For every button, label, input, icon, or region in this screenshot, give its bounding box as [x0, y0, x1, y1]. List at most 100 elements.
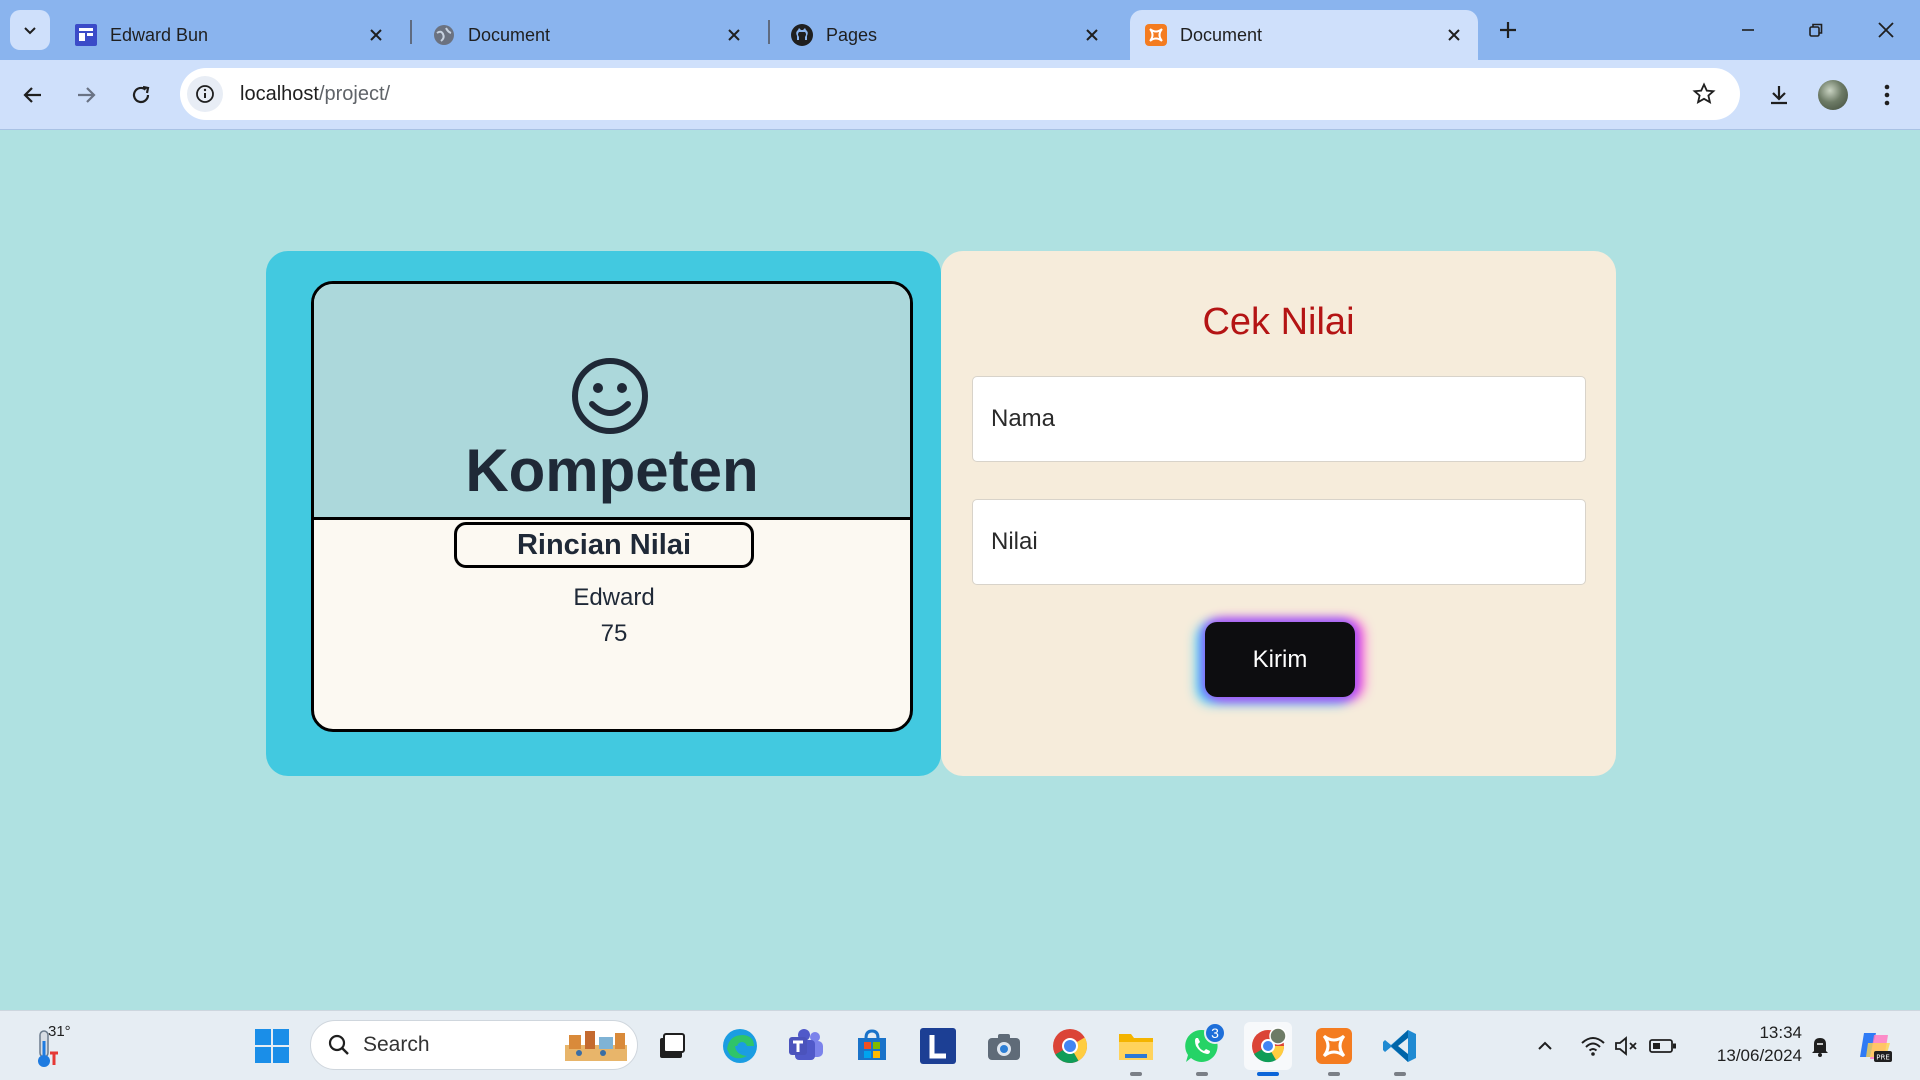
- name-input[interactable]: [972, 376, 1586, 462]
- teams-icon: [789, 1029, 823, 1060]
- clock-date: 13/06/2024: [1716, 1046, 1802, 1065]
- new-tab-button[interactable]: [1492, 14, 1524, 46]
- chrome-profile-icon: [1252, 1027, 1287, 1063]
- close-icon[interactable]: [1440, 21, 1468, 49]
- tab-title: Pages: [826, 24, 878, 45]
- downloads-button[interactable]: [1758, 74, 1800, 116]
- l-app-icon: [920, 1028, 956, 1064]
- detail-heading: Rincian Nilai: [454, 522, 754, 568]
- tab-edward-bun[interactable]: Edward Bun: [60, 10, 400, 60]
- back-button[interactable]: [12, 74, 54, 116]
- search-label: Search: [363, 1033, 430, 1056]
- score-input[interactable]: [972, 499, 1586, 585]
- task-view-button[interactable]: [648, 1022, 696, 1070]
- arrow-left-icon: [23, 87, 41, 103]
- reload-button[interactable]: [120, 74, 162, 116]
- wifi-status[interactable]: [1578, 1031, 1608, 1061]
- tab-document-1[interactable]: Document: [418, 10, 758, 60]
- tab-document-active[interactable]: Document: [1130, 10, 1478, 60]
- form-title: Cek Nilai: [1202, 301, 1355, 343]
- vscode-icon: [1383, 1030, 1416, 1062]
- browser-tab-strip: Edward Bun Document Pages Document: [0, 0, 1920, 60]
- student-score: 75: [600, 620, 628, 647]
- svg-text:PRE: PRE: [1876, 1054, 1890, 1062]
- restore-icon: [1809, 23, 1823, 37]
- arrow-right-icon: [78, 87, 96, 103]
- tab-title: Document: [468, 24, 551, 45]
- browser-toolbar: localhost/project/: [0, 60, 1920, 130]
- close-icon: [1878, 22, 1894, 38]
- result-panel: Kompeten Rincian Nilai Edward 75: [266, 251, 941, 776]
- taskbar-camera[interactable]: [980, 1022, 1028, 1070]
- close-icon[interactable]: [362, 21, 390, 49]
- xampp-icon: [1316, 1028, 1352, 1064]
- result-header: Kompeten: [314, 284, 910, 520]
- result-card: Kompeten Rincian Nilai Edward 75: [311, 281, 913, 732]
- chrome-icon: [1053, 1029, 1087, 1063]
- close-icon[interactable]: [1078, 21, 1106, 49]
- minimize-button[interactable]: [1720, 10, 1776, 50]
- tray-overflow-button[interactable]: [1530, 1031, 1560, 1061]
- search-highlight-icon: [565, 1031, 627, 1061]
- weather-temperature: 31°: [48, 1023, 71, 1040]
- taskbar-search[interactable]: Search: [310, 1020, 638, 1070]
- clock-time: 13:34: [1759, 1023, 1802, 1042]
- taskbar-store[interactable]: [848, 1022, 896, 1070]
- running-indicator: [1328, 1072, 1340, 1076]
- system-clock[interactable]: 13:34 13/06/2024: [1698, 1021, 1802, 1067]
- notifications-button[interactable]: [1805, 1031, 1835, 1061]
- chevron-down-icon: [24, 27, 36, 35]
- battery-icon: [1649, 1039, 1676, 1053]
- task-view-icon: [660, 1033, 685, 1058]
- weather-widget[interactable]: 31°: [26, 1021, 76, 1071]
- taskbar-teams[interactable]: [782, 1022, 830, 1070]
- tab-search-button[interactable]: [10, 10, 50, 50]
- taskbar-file-explorer[interactable]: [1112, 1022, 1160, 1076]
- submit-button[interactable]: Kirim: [1205, 622, 1355, 697]
- taskbar-l-app[interactable]: [914, 1022, 962, 1070]
- windows-logo-icon: [255, 1029, 289, 1063]
- copilot-button[interactable]: PRE: [1855, 1026, 1895, 1066]
- tab-pages[interactable]: Pages: [776, 10, 1116, 60]
- active-indicator: [1257, 1072, 1279, 1076]
- edward-bun-favicon: [74, 23, 98, 47]
- download-icon: [1771, 86, 1787, 105]
- url-path: /project/: [318, 82, 391, 105]
- tab-separator: [410, 20, 412, 44]
- copilot-icon: PRE: [1860, 1033, 1892, 1062]
- taskbar-chrome[interactable]: [1046, 1022, 1094, 1070]
- bookmark-star-icon[interactable]: [1688, 78, 1720, 110]
- tab-title: Document: [1180, 24, 1263, 45]
- restore-button[interactable]: [1788, 10, 1844, 50]
- url-host: localhost: [240, 82, 319, 105]
- close-icon[interactable]: [720, 21, 748, 49]
- notification-badge: 3: [1204, 1022, 1226, 1044]
- taskbar-chrome-profile[interactable]: [1244, 1022, 1292, 1076]
- forward-button[interactable]: [65, 74, 107, 116]
- window-close-button[interactable]: [1858, 10, 1914, 50]
- menu-button[interactable]: [1866, 74, 1908, 116]
- taskbar-xampp[interactable]: [1310, 1022, 1358, 1076]
- github-favicon: [790, 23, 814, 47]
- start-button[interactable]: [248, 1022, 296, 1070]
- avatar: [1818, 80, 1848, 110]
- xampp-favicon: [1144, 23, 1168, 47]
- folder-icon: [1119, 1034, 1153, 1060]
- notification-bell-icon: [1812, 1038, 1828, 1057]
- edge-icon: [723, 1029, 757, 1063]
- taskbar-vscode[interactable]: [1376, 1022, 1424, 1076]
- plus-icon: [1500, 22, 1516, 38]
- smiley-icon: [572, 358, 648, 434]
- site-info-icon[interactable]: [187, 76, 223, 112]
- address-bar[interactable]: localhost/project/: [180, 68, 1740, 120]
- volume-status[interactable]: [1612, 1031, 1642, 1061]
- speaker-muted-icon: [1615, 1036, 1637, 1056]
- more-vertical-icon: [1884, 84, 1890, 106]
- battery-status[interactable]: [1648, 1031, 1678, 1061]
- taskbar-whatsapp[interactable]: 3: [1178, 1022, 1226, 1076]
- profile-button[interactable]: [1812, 74, 1854, 116]
- tab-separator: [768, 20, 770, 44]
- windows-taskbar: 31° Search 3 13:34 13/06/2024 PRE: [0, 1010, 1920, 1080]
- taskbar-edge[interactable]: [716, 1022, 764, 1070]
- store-icon: [858, 1029, 886, 1060]
